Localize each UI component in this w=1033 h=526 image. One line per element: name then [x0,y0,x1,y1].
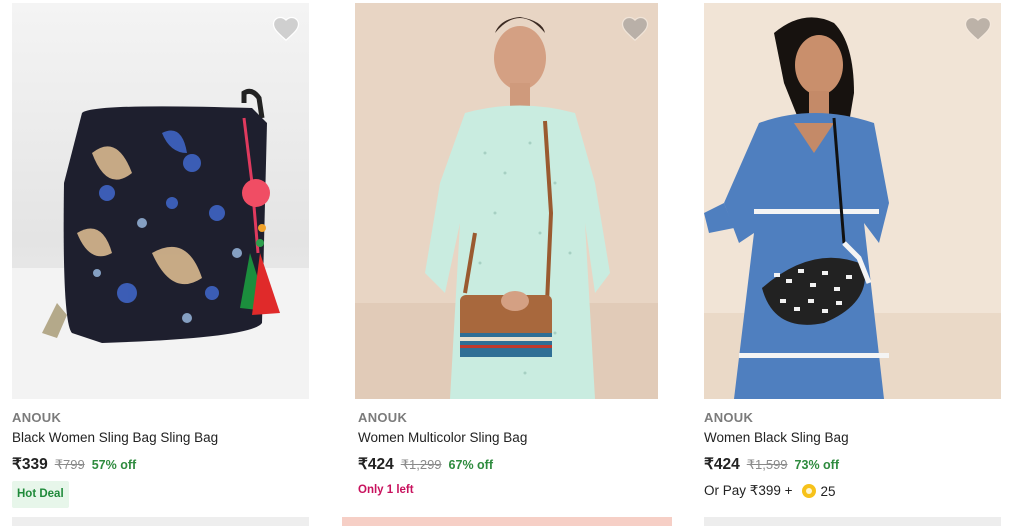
product-image[interactable] [355,3,658,399]
heart-icon [272,16,300,42]
selling-price: ₹339 [12,456,48,473]
heart-icon [621,16,649,42]
next-row-card-edge [342,517,672,526]
coin-payment-option: Or Pay ₹399 + 25 [704,483,836,499]
product-image[interactable] [12,3,309,399]
coin-count: 25 [820,483,836,499]
wishlist-button[interactable] [271,14,301,44]
price-row: ₹424 ₹1,599 73% off [704,455,839,474]
model-with-woven-sling-bag-image [704,3,1001,399]
product-card[interactable]: ANOUK Women Black Sling Bag ₹424 ₹1,599 … [704,0,1001,526]
hot-deal-badge: Hot Deal [12,481,69,508]
or-pay-label: Or Pay ₹399 + [704,483,793,498]
product-image[interactable] [704,3,1001,399]
original-price: ₹1,299 [400,457,442,472]
price-row: ₹424 ₹1,299 67% off [358,455,493,474]
stock-warning: Only 1 left [358,484,414,496]
product-brand: ANOUK [12,410,62,425]
model-with-brown-sling-bag-image [355,3,658,399]
original-price: ₹1,599 [746,457,788,472]
next-row-card-edge [704,517,1001,526]
product-card[interactable]: ANOUK Women Multicolor Sling Bag ₹424 ₹1… [355,0,658,526]
price-row: ₹339 ₹799 57% off [12,455,136,474]
heart-icon [964,16,992,42]
discount-percent: 73% off [794,458,839,472]
selling-price: ₹424 [358,456,394,473]
wishlist-button[interactable] [963,14,993,44]
product-card[interactable]: ANOUK Black Women Sling Bag Sling Bag ₹3… [12,0,309,526]
next-row-card-edge [12,517,309,526]
product-brand: ANOUK [358,410,408,425]
product-brand: ANOUK [704,410,754,425]
selling-price: ₹424 [704,456,740,473]
discount-percent: 67% off [448,458,493,472]
coin-icon [801,484,816,498]
product-title[interactable]: Women Black Sling Bag [704,430,849,445]
wishlist-button[interactable] [620,14,650,44]
original-price: ₹799 [54,457,85,472]
product-title[interactable]: Black Women Sling Bag Sling Bag [12,430,218,445]
discount-percent: 57% off [91,458,137,472]
printed-sling-bag-image [12,3,309,399]
product-title[interactable]: Women Multicolor Sling Bag [358,430,527,445]
